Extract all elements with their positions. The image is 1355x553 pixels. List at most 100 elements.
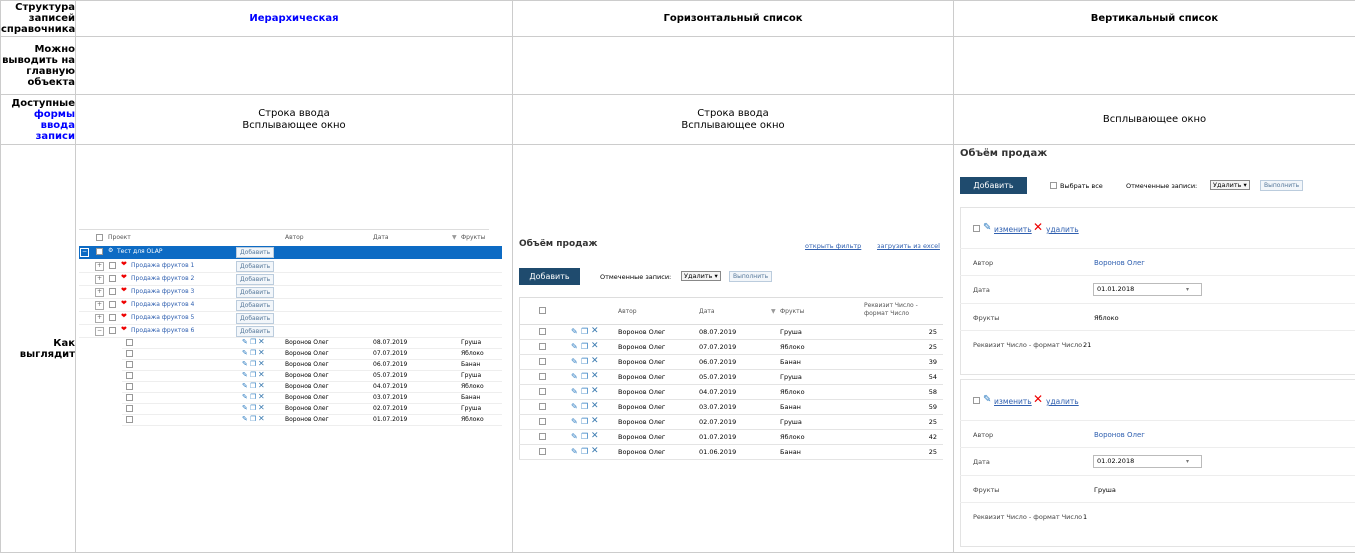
horiz-row-checkbox[interactable] xyxy=(539,448,546,455)
horiz-row-checkbox[interactable] xyxy=(539,373,546,380)
hier-group-label[interactable]: Продажа фруктов 5 xyxy=(131,314,194,321)
copy-icon[interactable]: ❐ xyxy=(250,382,256,390)
hier-row-checkbox[interactable] xyxy=(126,383,133,390)
horiz-row-checkbox[interactable] xyxy=(539,328,546,335)
hier-root-checkbox[interactable] xyxy=(96,248,103,255)
hier-add-button[interactable]: Добавить xyxy=(236,300,275,311)
execute-button[interactable]: Выполнить xyxy=(1260,180,1304,191)
delete-icon[interactable]: ✕ xyxy=(591,341,599,351)
hier-group-checkbox[interactable] xyxy=(109,262,116,269)
card-checkbox[interactable] xyxy=(973,225,980,232)
edit-icon[interactable]: ✎ xyxy=(242,338,248,346)
horiz-row-checkbox[interactable] xyxy=(539,388,546,395)
hier-group-checkbox[interactable] xyxy=(109,301,116,308)
hier-row-checkbox[interactable] xyxy=(126,416,133,423)
forms-link[interactable]: записи xyxy=(36,131,75,142)
open-filter-link[interactable]: открыть фильтр xyxy=(805,242,861,250)
edit-icon[interactable]: ✎ xyxy=(571,417,578,426)
edit-icon[interactable]: ✎ xyxy=(242,404,248,412)
edit-icon[interactable]: ✎ xyxy=(242,360,248,368)
hier-row-checkbox[interactable] xyxy=(126,372,133,379)
hier-add-button[interactable]: Добавить xyxy=(236,326,275,337)
delete-link[interactable]: удалить xyxy=(1046,397,1079,406)
delete-icon[interactable]: ✕ xyxy=(591,431,599,441)
hier-row-checkbox[interactable] xyxy=(126,361,133,368)
horiz-row-checkbox[interactable] xyxy=(539,343,546,350)
copy-icon[interactable]: ❐ xyxy=(250,360,256,368)
delete-icon[interactable]: ✕ xyxy=(258,381,265,390)
select-all-checkbox[interactable] xyxy=(1050,182,1057,189)
card-checkbox[interactable] xyxy=(973,397,980,404)
edit-icon[interactable]: ✎ xyxy=(242,349,248,357)
expand-icon[interactable]: + xyxy=(95,262,104,271)
edit-icon[interactable]: ✎ xyxy=(571,372,578,381)
field-author[interactable]: Воронов Олег xyxy=(1094,431,1145,439)
horiz-col-date[interactable]: Дата xyxy=(699,308,715,315)
hier-row-checkbox[interactable] xyxy=(126,350,133,357)
delete-link[interactable]: удалить xyxy=(1046,225,1079,234)
edit-icon[interactable]: ✎ xyxy=(571,447,578,456)
edit-icon[interactable]: ✎ xyxy=(242,382,248,390)
edit-icon[interactable]: ✎ xyxy=(242,393,248,401)
edit-icon[interactable]: ✎ xyxy=(571,387,578,396)
copy-icon[interactable]: ❐ xyxy=(250,349,256,357)
hier-add-button[interactable]: Добавить xyxy=(236,313,275,324)
action-select[interactable]: Удалить ▾ xyxy=(1210,180,1250,190)
hier-add-button[interactable]: Добавить xyxy=(236,274,275,285)
hier-row-checkbox[interactable] xyxy=(126,394,133,401)
delete-icon[interactable]: ✕ xyxy=(258,348,265,357)
expand-icon[interactable]: + xyxy=(95,275,104,284)
copy-icon[interactable]: ❐ xyxy=(581,447,588,456)
forms-link[interactable]: ввода xyxy=(41,120,75,131)
delete-icon[interactable]: ✕ xyxy=(591,356,599,366)
hier-group-label[interactable]: Продажа фруктов 3 xyxy=(131,288,194,295)
hier-root-label[interactable]: Тест для OLAP xyxy=(117,248,162,255)
delete-icon[interactable]: ✕ xyxy=(258,414,265,423)
action-select[interactable]: Удалить ▾ xyxy=(681,271,721,281)
hier-group-label[interactable]: Продажа фруктов 1 xyxy=(131,262,194,269)
edit-link[interactable]: изменить xyxy=(994,397,1032,406)
copy-icon[interactable]: ❐ xyxy=(581,387,588,396)
edit-icon[interactable]: ✎ xyxy=(571,432,578,441)
edit-icon[interactable]: ✎ xyxy=(571,342,578,351)
delete-icon[interactable]: ✕ xyxy=(258,403,265,412)
hier-group-checkbox[interactable] xyxy=(109,327,116,334)
hier-group-label[interactable]: Продажа фруктов 4 xyxy=(131,301,194,308)
delete-icon[interactable]: ✕ xyxy=(591,416,599,426)
hier-select-all-checkbox[interactable] xyxy=(96,234,103,241)
delete-icon[interactable]: ✕ xyxy=(1033,392,1043,406)
edit-icon[interactable]: ✎ xyxy=(242,415,248,423)
hier-row-checkbox[interactable] xyxy=(126,405,133,412)
expand-icon[interactable]: + xyxy=(95,288,104,297)
delete-icon[interactable]: ✕ xyxy=(591,371,599,381)
hier-group-label[interactable]: Продажа фруктов 6 xyxy=(131,327,194,334)
copy-icon[interactable]: ❐ xyxy=(250,404,256,412)
sort-down-icon[interactable]: ▼ xyxy=(452,234,457,241)
edit-link[interactable]: изменить xyxy=(994,225,1032,234)
hier-group-checkbox[interactable] xyxy=(109,314,116,321)
hier-col-date[interactable]: Дата xyxy=(373,234,389,241)
export-excel-link[interactable]: загрузить из excel xyxy=(877,242,940,250)
hier-group-checkbox[interactable] xyxy=(109,288,116,295)
hier-group-checkbox[interactable] xyxy=(109,275,116,282)
horiz-row-checkbox[interactable] xyxy=(539,418,546,425)
expand-icon[interactable]: + xyxy=(95,301,104,310)
edit-icon[interactable]: ✎ xyxy=(983,394,991,405)
select-all-label[interactable]: Выбрать все xyxy=(1060,182,1103,190)
collapse-icon[interactable]: − xyxy=(95,327,104,336)
vert-add-button[interactable]: Добавить xyxy=(960,177,1027,194)
delete-icon[interactable]: ✕ xyxy=(258,359,265,368)
delete-icon[interactable]: ✕ xyxy=(591,401,599,411)
copy-icon[interactable]: ❐ xyxy=(250,371,256,379)
hier-row-checkbox[interactable] xyxy=(126,339,133,346)
horiz-row-checkbox[interactable] xyxy=(539,358,546,365)
chevron-down-icon[interactable]: ▾ xyxy=(1186,286,1189,293)
edit-icon[interactable]: ✎ xyxy=(242,371,248,379)
copy-icon[interactable]: ❐ xyxy=(250,338,256,346)
edit-icon[interactable]: ✎ xyxy=(983,222,991,233)
edit-icon[interactable]: ✎ xyxy=(571,327,578,336)
delete-icon[interactable]: ✕ xyxy=(258,370,265,379)
delete-icon[interactable]: ✕ xyxy=(591,326,599,336)
execute-button[interactable]: Выполнить xyxy=(729,271,773,282)
header-hierarchical-link[interactable]: Иерархическая xyxy=(249,13,338,24)
